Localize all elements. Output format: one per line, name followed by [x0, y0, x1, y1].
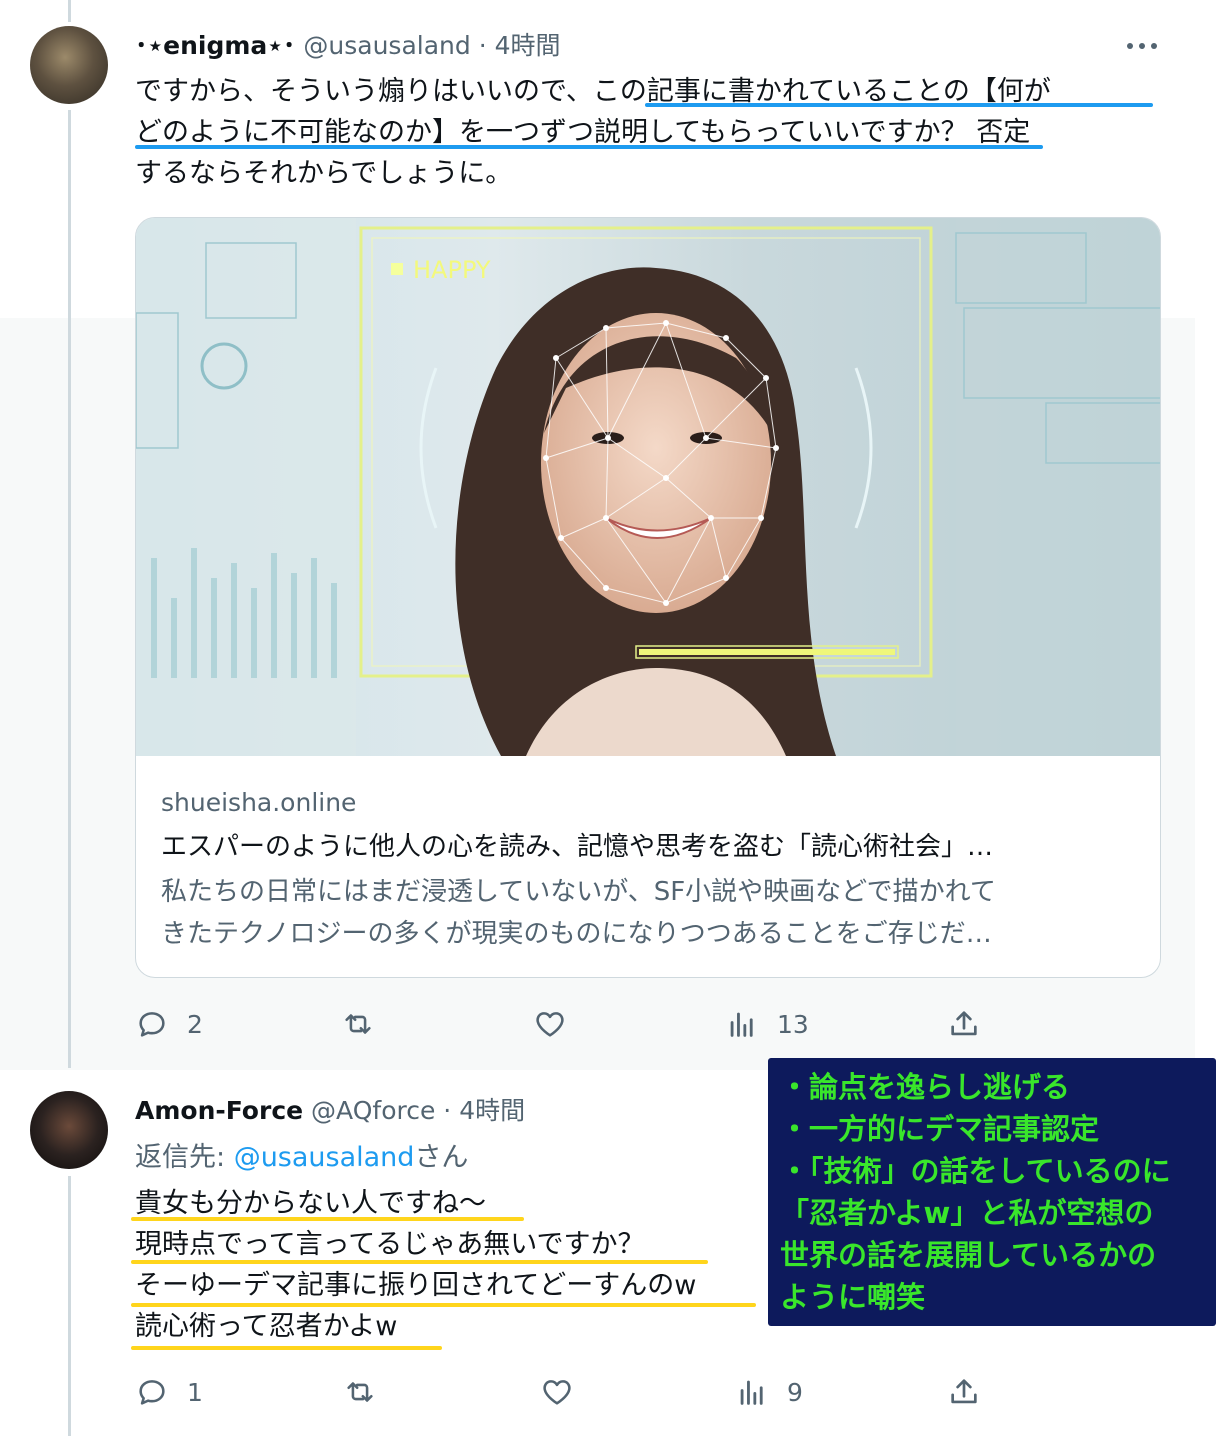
tweet2-handle[interactable]: @AQforce: [311, 1096, 435, 1125]
heart-icon: [536, 1012, 564, 1037]
tweet2-text-line: そーゆーデマ記事に振り回されてどーすんのw: [135, 1270, 697, 1301]
yellow-highlight-underline: [131, 1346, 442, 1350]
reply-mention-link[interactable]: @usausaland: [234, 1142, 415, 1173]
card-title[interactable]: エスパーのように他人の心を読み、記憶や思考を盗む「読心術社会」…: [161, 827, 1120, 867]
like-button[interactable]: [533, 1004, 585, 1044]
like-button[interactable]: [540, 1372, 592, 1412]
thread-line-top: [68, 0, 71, 22]
reply-icon: [139, 1012, 165, 1037]
retweet-icon: [345, 1014, 371, 1034]
card-meta: shueisha.online エスパーのように他人の心を読み、記憶や思考を盗む…: [161, 783, 1120, 955]
link-preview-card[interactable]: HAPPY shueisha.online エスパーのように他人の心を読み、記憶…: [135, 217, 1161, 978]
share-button[interactable]: [947, 1372, 981, 1412]
view-count: 9: [787, 1377, 803, 1407]
reply-count: 1: [187, 1377, 203, 1407]
avatar-amon-force[interactable]: [30, 1091, 108, 1169]
tweet2-header: Amon-Force @AQforce · 4時間: [135, 1095, 525, 1127]
tweet2-action-bar: 1 9: [135, 1372, 1015, 1412]
annotation-line: 世界の話を展開しているかの: [780, 1238, 1157, 1272]
replying-to: 返信先: @usausalandさん: [135, 1140, 468, 1176]
reply-button[interactable]: 2: [135, 1004, 203, 1044]
annotation-line: ・論点を逸らし逃げる: [780, 1070, 1071, 1104]
blue-highlight-underline: [645, 103, 1153, 107]
view-count: 13: [777, 1009, 809, 1039]
yellow-highlight-underline: [131, 1303, 756, 1307]
tweet1-timestamp[interactable]: 4時間: [495, 31, 561, 60]
reply-suffix: さん: [414, 1142, 469, 1173]
tweet2-separator: ·: [443, 1096, 452, 1125]
share-button[interactable]: [947, 1004, 981, 1044]
blue-highlight-underline: [135, 145, 1043, 149]
tweet1-text-line: するならそれからでしょうに。: [135, 158, 513, 189]
views-button[interactable]: 9: [735, 1372, 803, 1412]
card-domain: shueisha.online: [161, 788, 357, 817]
analytics-icon: [740, 1380, 763, 1405]
happy-overlay-label: HAPPY: [413, 256, 491, 284]
annotation-line: 「忍者かよw」と私が空想の: [780, 1196, 1154, 1230]
annotation-box: ・論点を逸らし逃げる ・一方的にデマ記事認定 ・「技術」の話をしているのに 「忍…: [768, 1058, 1216, 1326]
share-icon: [951, 1379, 977, 1404]
retweet-button[interactable]: [343, 1372, 395, 1412]
heart-icon: [543, 1380, 571, 1405]
yellow-highlight-underline: [131, 1217, 524, 1221]
annotation-line: ・「技術」の話をしているのに: [780, 1154, 1171, 1188]
yellow-highlight-underline: [131, 1260, 708, 1264]
annotation-line: ・一方的にデマ記事認定: [780, 1112, 1100, 1146]
tweet1-text: ですから、そういう煽りはいいので、この記事に書かれていることの【何が どのように…: [135, 71, 1051, 194]
reply-count: 2: [187, 1009, 203, 1039]
tweet2-text-line: 読心術って忍者かよw: [135, 1311, 398, 1342]
more-options-icon[interactable]: [1124, 36, 1160, 56]
views-button[interactable]: 13: [725, 1004, 809, 1044]
tweet2-timestamp[interactable]: 4時間: [459, 1096, 525, 1125]
share-icon: [951, 1011, 977, 1036]
retweet-icon: [347, 1382, 373, 1402]
tweet2-text-line: 現時点でって言ってるじゃあ無いですか？: [135, 1229, 645, 1260]
tweet1-handle[interactable]: @usausaland: [303, 31, 470, 60]
tweet1-display-name[interactable]: ･⋆enigma⋆･: [135, 31, 295, 60]
annotation-line: ように嘲笑: [780, 1280, 926, 1314]
card-description-line: 私たちの日常にはまだ浸透していないが、SF小説や映画などで描かれて: [161, 877, 996, 907]
tweet2-text: 貴女も分からない人ですね～ 現時点でって言ってるじゃあ無いですか？ そーゆーデマ…: [135, 1183, 696, 1347]
reply-icon: [139, 1380, 165, 1405]
tweet2-display-name[interactable]: Amon-Force: [135, 1096, 303, 1125]
tweet1-action-bar: 2 13: [135, 1004, 1015, 1044]
reply-prefix: 返信先:: [135, 1142, 234, 1173]
face-recognition-illustration: HAPPY: [136, 218, 1160, 756]
reply-button[interactable]: 1: [135, 1372, 203, 1412]
tweet1-header: ･⋆enigma⋆･ @usausaland · 4時間: [135, 30, 561, 62]
thread-line-2: [68, 1176, 71, 1436]
card-image-face-recognition: HAPPY: [136, 218, 1160, 756]
tweet1-separator: ·: [478, 31, 487, 60]
avatar-enigma[interactable]: [30, 26, 108, 104]
thread-line-1: [68, 110, 71, 1068]
analytics-icon: [730, 1012, 753, 1037]
retweet-button[interactable]: [341, 1004, 393, 1044]
card-description: 私たちの日常にはまだ浸透していないが、SF小説や映画などで描かれて きたテクノロ…: [161, 871, 1120, 955]
card-description-line: きたテクノロジーの多くが現実のものになりつつあることをご存じだ…: [161, 919, 992, 949]
